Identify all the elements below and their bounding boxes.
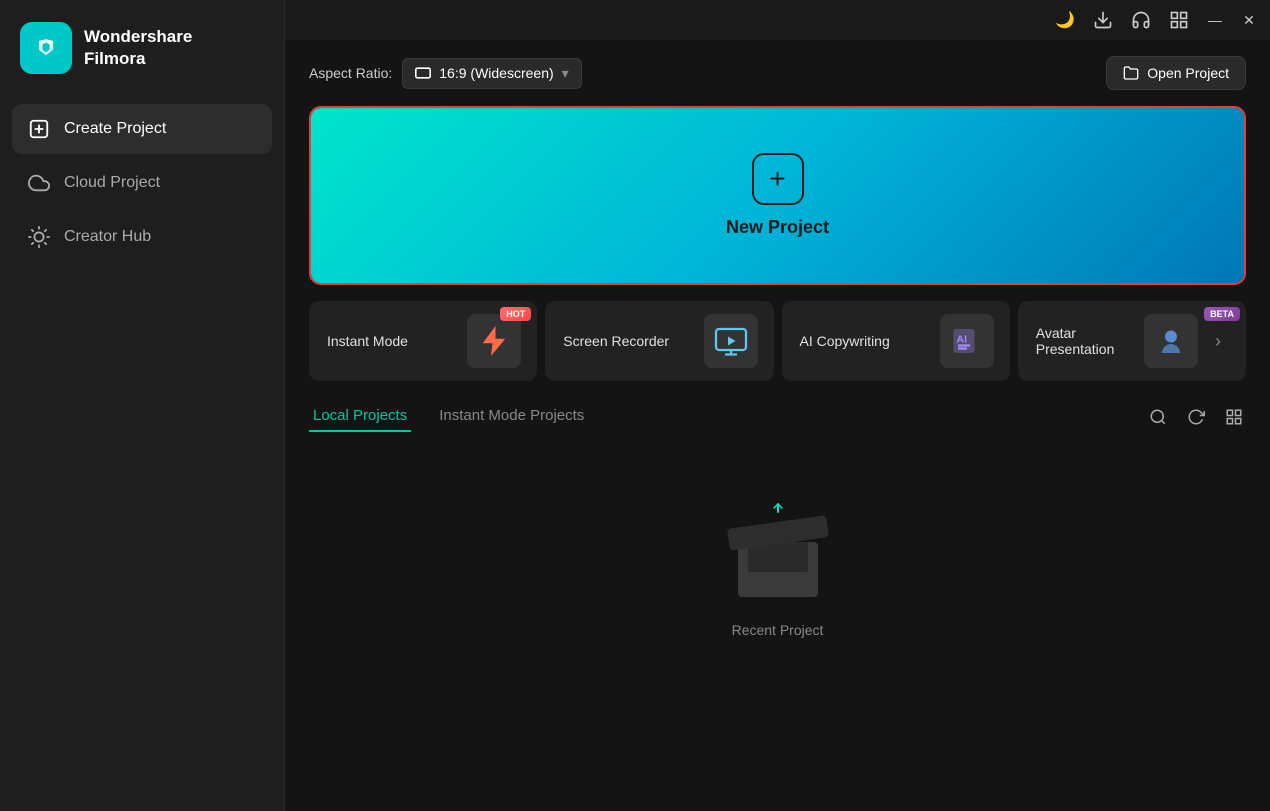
sidebar-item-cloud-project[interactable]: Cloud Project bbox=[12, 158, 272, 208]
aspect-ratio-select[interactable]: 16:9 (Widescreen) ▾ bbox=[402, 58, 581, 89]
quick-card-ai-copywriting[interactable]: AI Copywriting AI bbox=[782, 301, 1010, 381]
instant-mode-icon bbox=[467, 314, 521, 368]
lightbulb-icon bbox=[28, 226, 50, 248]
sidebar-nav: Create Project Cloud Project bbox=[0, 104, 284, 262]
new-project-inner: + New Project bbox=[311, 108, 1244, 283]
card-label: Instant Mode bbox=[327, 333, 408, 349]
project-tabs: Local Projects Instant Mode Projects bbox=[309, 401, 612, 432]
grid-view-icon[interactable] bbox=[1222, 405, 1246, 429]
sidebar: Wondershare Filmora Create Project C bbox=[0, 0, 285, 811]
grid-icon[interactable] bbox=[1168, 9, 1190, 31]
theme-icon[interactable]: 🌙 bbox=[1054, 9, 1076, 31]
app-logo: Wondershare Filmora bbox=[0, 0, 284, 104]
headset-icon[interactable] bbox=[1130, 9, 1152, 31]
minimize-button[interactable]: — bbox=[1206, 11, 1224, 29]
empty-state-label: Recent Project bbox=[732, 622, 824, 638]
new-project-label: New Project bbox=[726, 217, 829, 238]
sidebar-item-creator-hub[interactable]: Creator Hub bbox=[12, 212, 272, 262]
cloud-icon bbox=[28, 172, 50, 194]
arrow-right-icon: › bbox=[1206, 329, 1230, 353]
new-project-plus-icon: + bbox=[752, 153, 804, 205]
tab-actions bbox=[1146, 405, 1246, 429]
card-label: Avatar Presentation bbox=[1036, 325, 1144, 357]
ai-copywriting-icon: AI bbox=[940, 314, 994, 368]
search-icon[interactable] bbox=[1146, 405, 1170, 429]
empty-state: Recent Project bbox=[309, 452, 1246, 678]
beta-badge: BETA bbox=[1204, 307, 1240, 321]
sidebar-item-label: Cloud Project bbox=[64, 174, 160, 192]
tabs-row: Local Projects Instant Mode Projects bbox=[309, 401, 1246, 432]
content-area: Aspect Ratio: 16:9 (Widescreen) ▾ Open P… bbox=[285, 40, 1270, 811]
sidebar-item-label: Creator Hub bbox=[64, 228, 151, 246]
logo-icon bbox=[20, 22, 72, 74]
screen-recorder-icon bbox=[704, 314, 758, 368]
empty-box-illustration bbox=[718, 492, 838, 602]
aspect-ratio-group: Aspect Ratio: 16:9 (Widescreen) ▾ bbox=[309, 58, 582, 89]
card-label: Screen Recorder bbox=[563, 333, 669, 349]
sidebar-item-create-project[interactable]: Create Project bbox=[12, 104, 272, 154]
toolbar: Aspect Ratio: 16:9 (Widescreen) ▾ Open P… bbox=[309, 56, 1246, 90]
avatar-presentation-icon bbox=[1144, 314, 1198, 368]
quick-cards: Instant Mode HOT Screen Recorder bbox=[309, 301, 1246, 381]
plus-square-icon bbox=[28, 118, 50, 140]
app-name: Wondershare Filmora bbox=[84, 26, 192, 70]
aspect-ratio-label: Aspect Ratio: bbox=[309, 65, 392, 81]
refresh-icon[interactable] bbox=[1184, 405, 1208, 429]
main-area: 🌙 — ✕ bbox=[285, 0, 1270, 811]
close-button[interactable]: ✕ bbox=[1240, 11, 1258, 29]
chevron-down-icon: ▾ bbox=[562, 65, 569, 82]
new-project-banner[interactable]: + New Project bbox=[309, 106, 1246, 285]
title-bar: 🌙 — ✕ bbox=[285, 0, 1270, 40]
hot-badge: HOT bbox=[500, 307, 531, 321]
download-icon[interactable] bbox=[1092, 9, 1114, 31]
open-project-button[interactable]: Open Project bbox=[1106, 56, 1246, 90]
quick-card-screen-recorder[interactable]: Screen Recorder bbox=[545, 301, 773, 381]
quick-card-instant-mode[interactable]: Instant Mode HOT bbox=[309, 301, 537, 381]
svg-text:AI: AI bbox=[956, 334, 967, 346]
card-label: AI Copywriting bbox=[800, 333, 890, 349]
tab-local-projects[interactable]: Local Projects bbox=[309, 401, 411, 432]
tab-instant-mode-projects[interactable]: Instant Mode Projects bbox=[435, 401, 588, 432]
quick-card-avatar-presentation[interactable]: Avatar Presentation BETA › bbox=[1018, 301, 1246, 381]
sidebar-item-label: Create Project bbox=[64, 120, 166, 138]
